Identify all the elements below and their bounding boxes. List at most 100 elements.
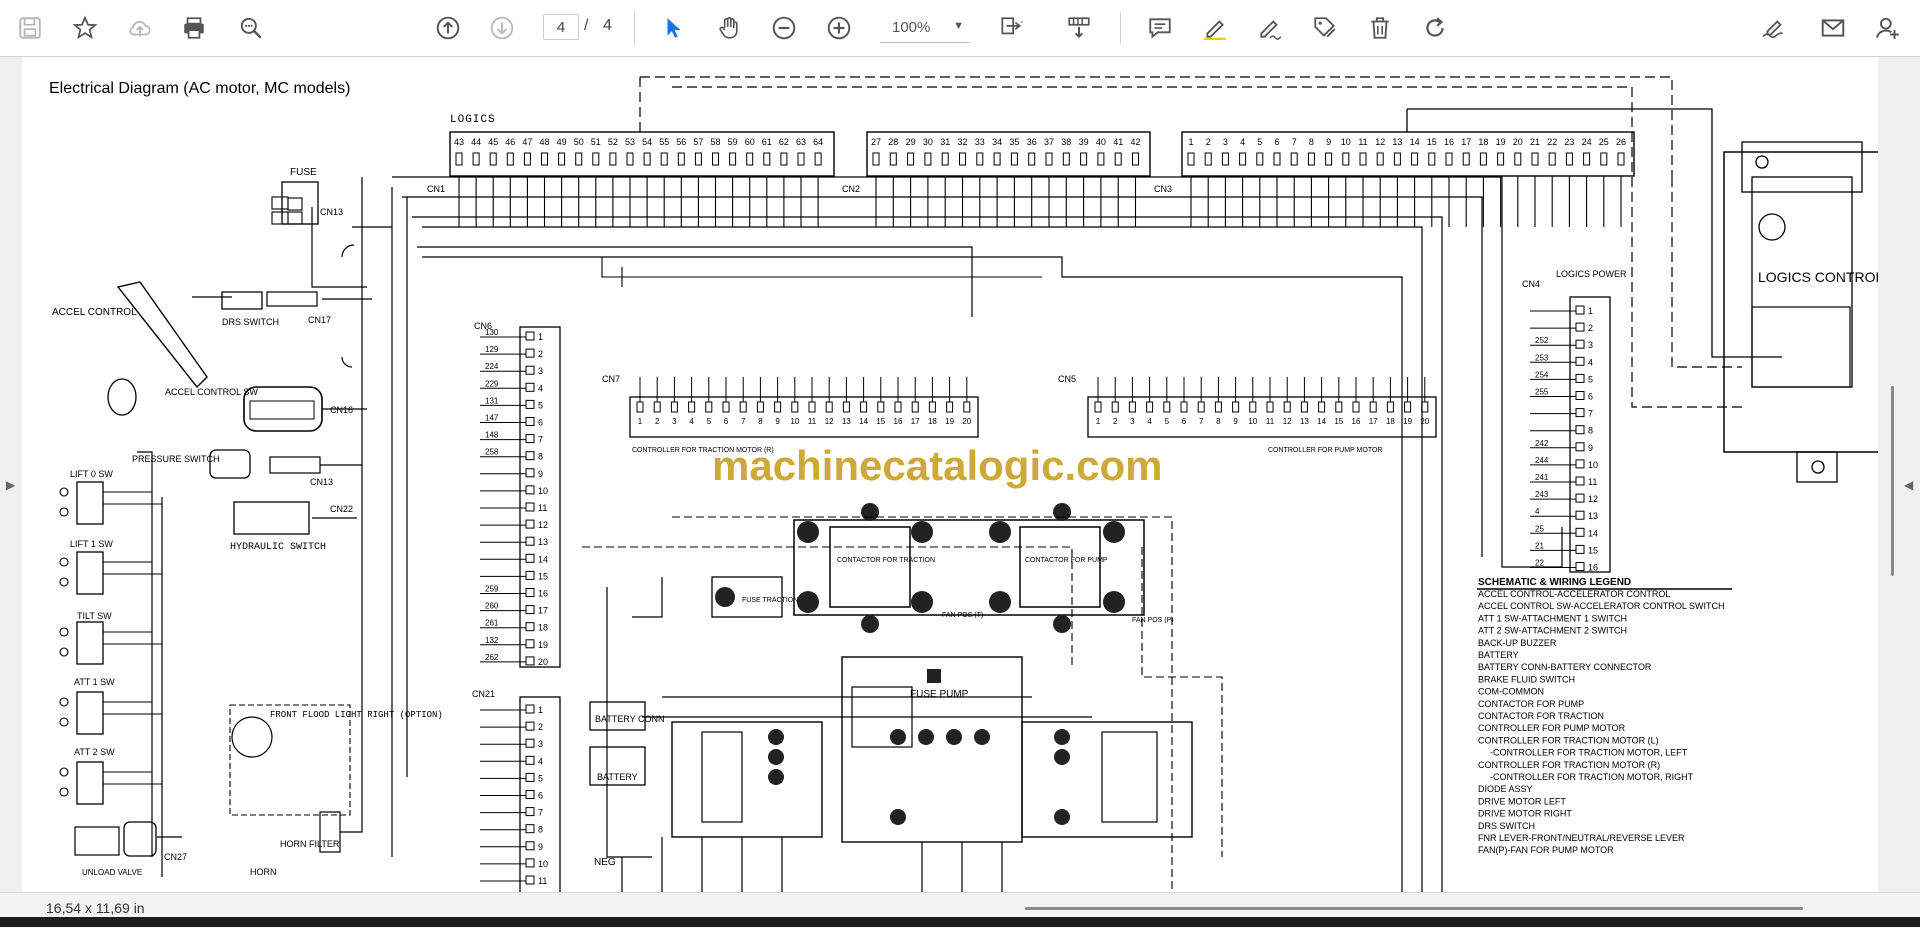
switch-terminal [59, 557, 69, 567]
scroll-mode-icon[interactable] [1063, 12, 1095, 44]
pin-number: 19 [1403, 417, 1412, 426]
page-down-icon[interactable] [486, 12, 518, 44]
cn1-terminal [660, 152, 668, 166]
cn2-pin: 38 [1061, 137, 1071, 147]
cn1-pin: 64 [813, 137, 823, 147]
cloud-upload-icon[interactable] [124, 12, 156, 44]
controller-modules [582, 516, 1223, 906]
cn2-terminal [1080, 152, 1088, 166]
cn4-terminal [1575, 510, 1585, 520]
cn6-pin: 9 [538, 469, 543, 479]
cn3-pin: 8 [1309, 137, 1314, 147]
pin-number: 18 [1386, 417, 1395, 426]
legend-item: CONTACTOR FOR TRACTION [1478, 711, 1604, 721]
legend-item: -CONTROLLER FOR TRACTION MOTOR, RIGHT [1490, 772, 1694, 782]
delete-icon[interactable] [1364, 12, 1396, 44]
cn2-terminal [889, 152, 897, 166]
cn1-terminal [797, 152, 805, 166]
cn4-pin: 10 [1588, 460, 1598, 470]
comment-icon[interactable] [1144, 12, 1176, 44]
zoom-out-icon[interactable] [768, 12, 800, 44]
email-icon[interactable] [1817, 12, 1849, 44]
cn6-terminal [525, 588, 535, 597]
terminal [688, 401, 696, 413]
cn6-pin: 2 [538, 349, 543, 359]
zoom-search-icon[interactable] [235, 12, 267, 44]
terminal [1318, 401, 1326, 413]
highlight-pen-icon[interactable] [1199, 12, 1231, 44]
select-arrow-icon[interactable] [658, 12, 690, 44]
legend-item: BRAKE FLUID SWITCH [1478, 674, 1575, 684]
cn3-pin: 3 [1223, 137, 1228, 147]
cn6-wire-label: 131 [485, 396, 499, 405]
cn3-terminal [1325, 152, 1333, 166]
cn3-terminal [1411, 152, 1419, 166]
cn2-pin: 28 [888, 137, 898, 147]
terminal [1232, 401, 1240, 413]
legend-item: ATT 1 SW-ATTACHMENT 1 SWITCH [1478, 613, 1627, 623]
cn6-terminal [525, 656, 535, 666]
cn3-pin: 4 [1240, 137, 1245, 147]
cn3-terminal [1376, 152, 1384, 166]
zoom-in-icon[interactable] [823, 12, 855, 44]
watermark: machinecatalogic.com [712, 442, 1163, 489]
pin-number: 6 [724, 417, 729, 426]
pin-number: 17 [911, 417, 920, 426]
print-icon[interactable] [178, 12, 210, 44]
page-fit-icon[interactable] [995, 12, 1027, 44]
legend-item: DRS SWITCH [1478, 821, 1535, 831]
fan-pos-t-label: FAN POS (T) [942, 612, 983, 619]
add-user-icon[interactable] [1872, 12, 1904, 44]
cn4-label: CN4 [1522, 279, 1540, 289]
fuse-label: FUSE [290, 167, 317, 178]
zoom-level-select[interactable]: 100% ▼ [880, 14, 970, 43]
fill-sign-icon[interactable] [1758, 12, 1790, 44]
expand-right-panel-icon[interactable]: ◀ [1904, 478, 1913, 492]
draw-pen-icon[interactable] [1254, 12, 1286, 44]
stamp-icon[interactable] [1309, 12, 1341, 44]
pin-number: 15 [876, 417, 885, 426]
page-up-icon[interactable] [432, 12, 464, 44]
cn6-terminal [525, 553, 535, 563]
cn6-wire-label: 261 [485, 619, 499, 628]
bookmark-star-icon[interactable] [69, 12, 101, 44]
fuse-pump-label: FUSE PUMP [910, 689, 969, 700]
hand-pan-icon[interactable] [713, 12, 745, 44]
terminal [1369, 401, 1377, 413]
cn1-terminal [609, 152, 617, 166]
rotate-icon[interactable] [1419, 12, 1451, 44]
cn2-terminal [1062, 152, 1070, 166]
expand-left-panel-icon[interactable]: ▶ [6, 478, 15, 492]
vertical-scrollbar[interactable] [1891, 386, 1894, 576]
pin-number: 16 [894, 417, 903, 426]
cn2-terminal [1010, 152, 1018, 166]
cn1-pin: 53 [625, 137, 635, 147]
pin-number: 20 [962, 417, 971, 426]
cn4-pin: 13 [1588, 511, 1598, 521]
drs-switch-label: DRS SWITCH [222, 317, 279, 327]
cn6-wire-label: 258 [485, 448, 499, 457]
cn2-terminal [976, 152, 984, 166]
logics-controller: LOGICS CONTROLLER [1723, 141, 1878, 483]
cn4-terminal [1575, 339, 1585, 349]
cn3-terminal [1342, 152, 1350, 166]
cn3-pin: 21 [1530, 137, 1540, 147]
cn4-terminal [1575, 322, 1585, 332]
pin-number: 10 [790, 417, 799, 426]
legend-item: COM-COMMON [1478, 687, 1544, 697]
cn3-terminal [1239, 152, 1247, 166]
page-number-input[interactable] [543, 14, 579, 40]
cn6-wire-label: 260 [485, 602, 499, 611]
legend-item: DRIVE MOTOR LEFT [1478, 796, 1566, 806]
cn3-pin: 12 [1375, 137, 1385, 147]
cn6-pin: 16 [538, 589, 548, 599]
pin-number: 13 [1300, 417, 1309, 426]
save-icon[interactable] [14, 12, 46, 44]
cn22-label: CN22 [330, 504, 353, 514]
cn4-wire-label: 244 [1535, 456, 1549, 465]
cn1-pin: 50 [574, 137, 584, 147]
cn2-label: CN2 [842, 184, 860, 194]
cn1-terminal [523, 152, 531, 166]
horizontal-scrollbar[interactable] [1025, 907, 1803, 910]
cn4-terminal [1575, 391, 1585, 400]
